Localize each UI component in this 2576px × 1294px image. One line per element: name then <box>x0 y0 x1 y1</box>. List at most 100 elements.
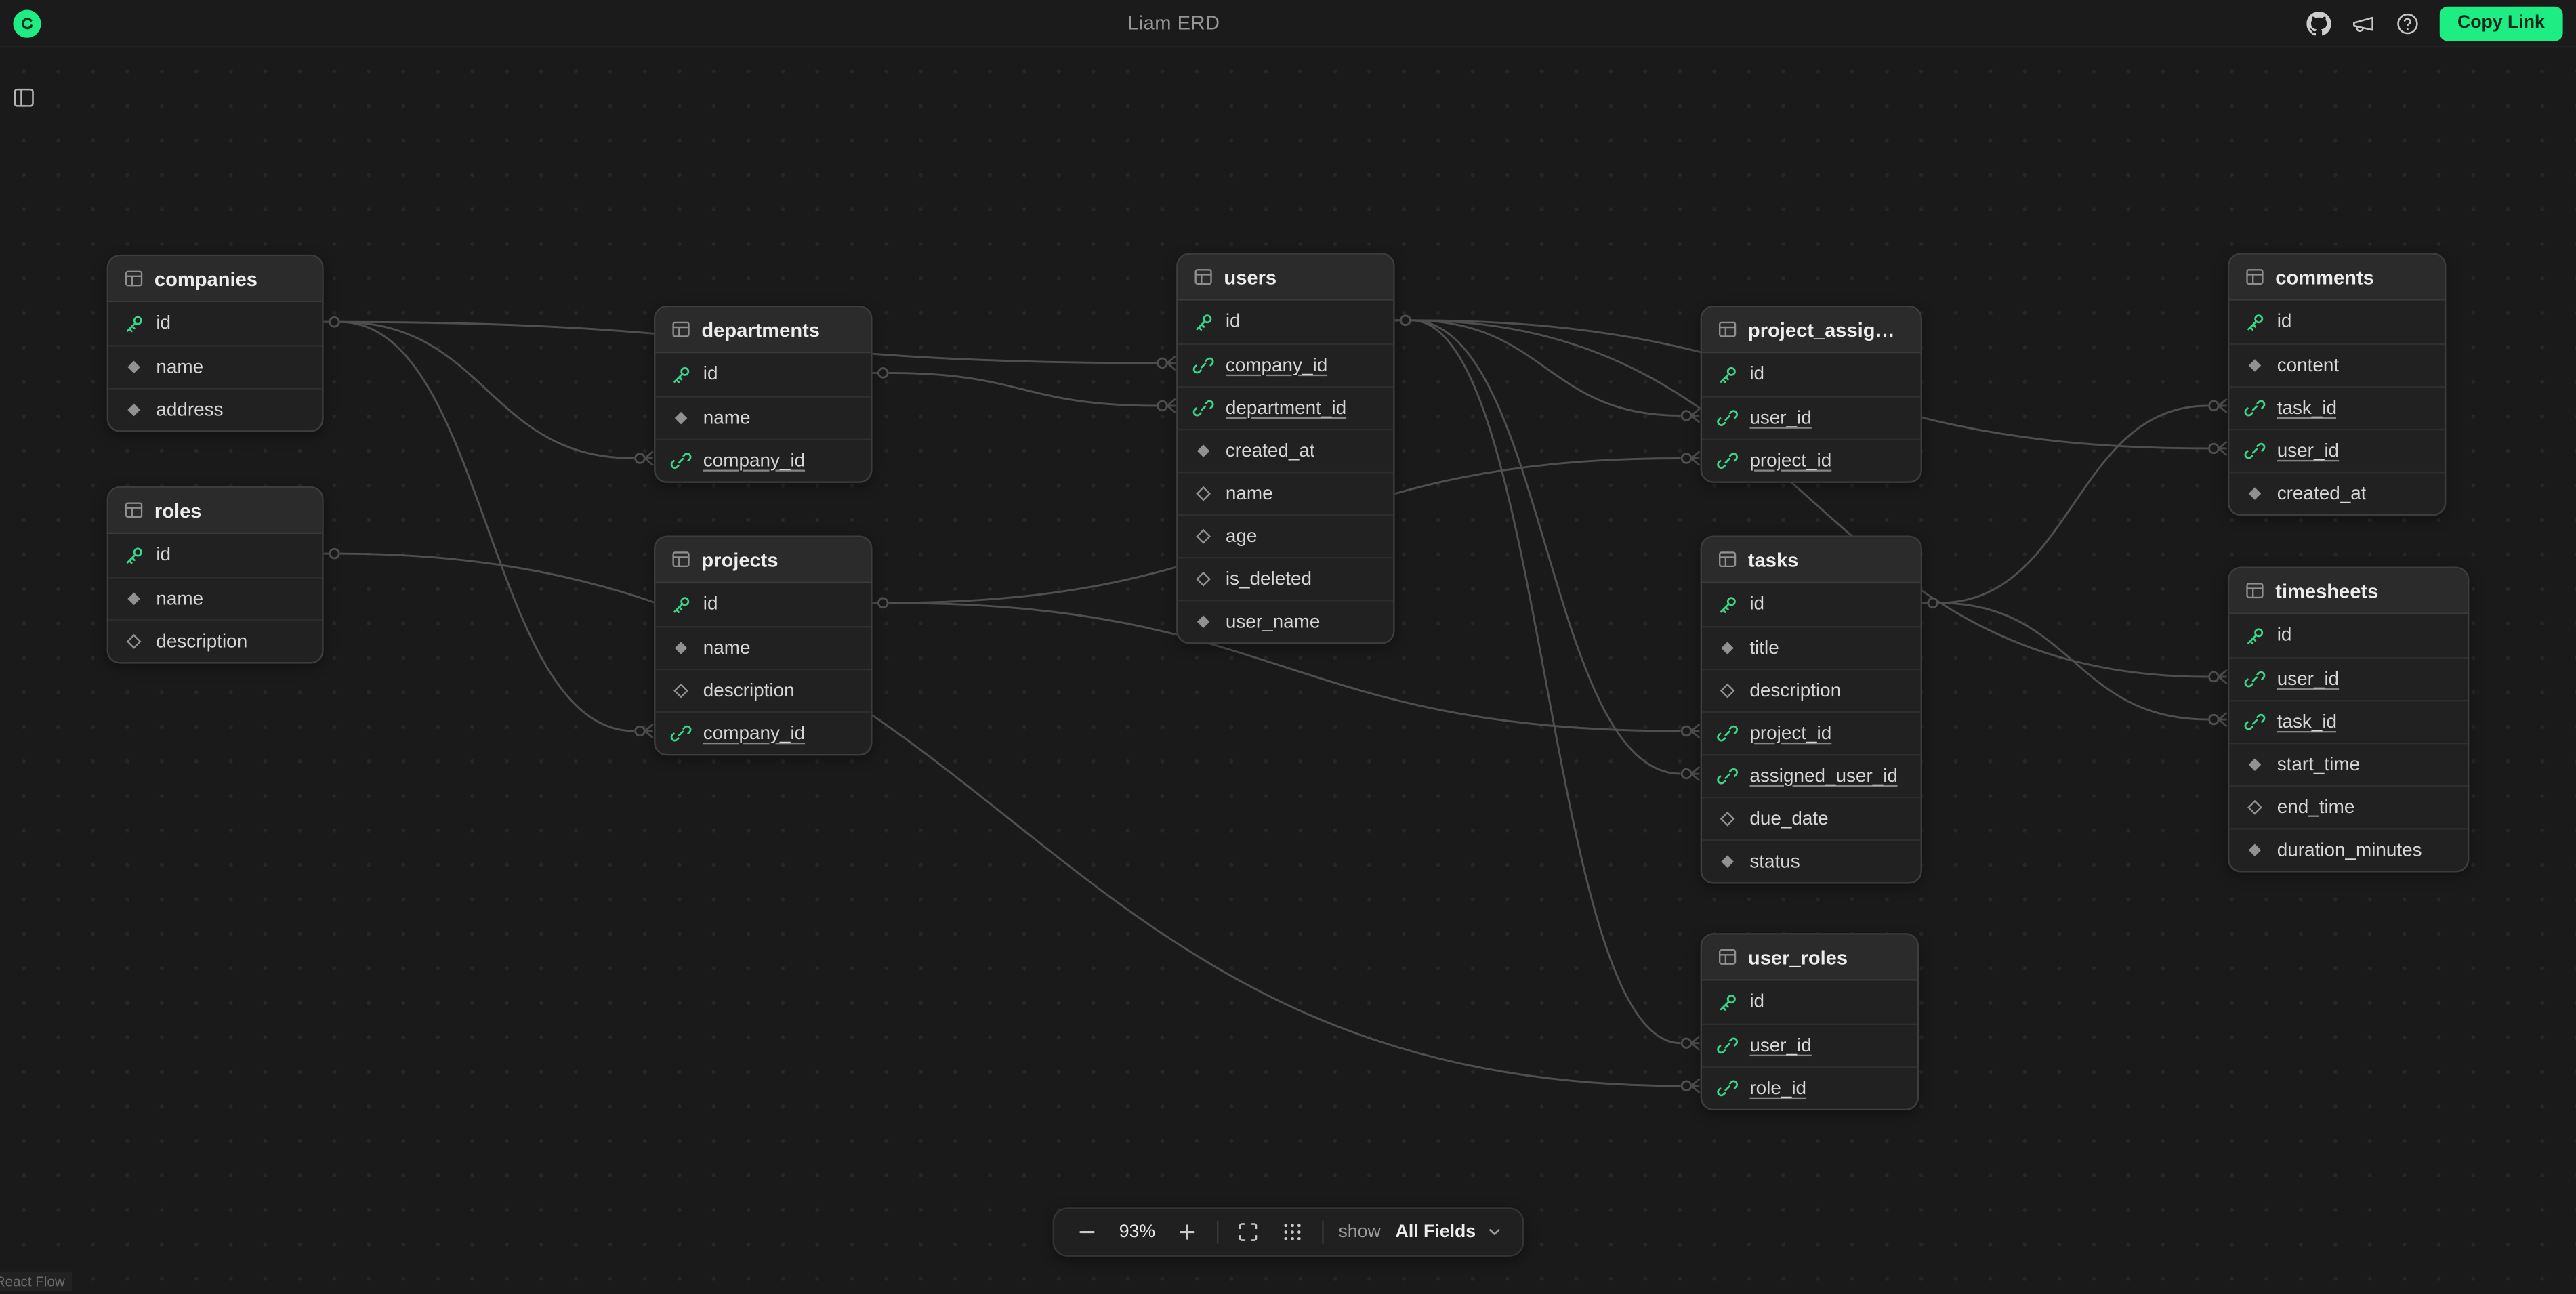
table-node-project_assignments[interactable]: project_assignmentsiduser_idproject_id <box>1701 306 1922 483</box>
column-row-timesheets-start_time[interactable]: start_time <box>2229 743 2468 785</box>
column-row-comments-task_id[interactable]: task_id <box>2229 386 2445 429</box>
erd-canvas[interactable]: companiesidnameaddressrolesidnamedescrip… <box>0 0 2576 1294</box>
column-row-projects-name[interactable]: name <box>655 626 871 669</box>
column-row-users-age[interactable]: age <box>1178 514 1394 557</box>
column-row-roles-id[interactable]: id <box>108 534 322 577</box>
column-row-users-id[interactable]: id <box>1178 301 1394 343</box>
tidy-up-button[interactable] <box>1278 1217 1308 1247</box>
column-row-users-department_id[interactable]: department_id <box>1178 386 1394 429</box>
column-row-user_roles-role_id[interactable]: role_id <box>1702 1066 1917 1109</box>
column-row-comments-id[interactable]: id <box>2229 301 2445 343</box>
foreign-key-icon <box>2244 398 2266 419</box>
column-row-roles-name[interactable]: name <box>108 577 322 619</box>
nullable-icon <box>1192 483 1214 505</box>
liam-logo[interactable] <box>13 9 41 37</box>
column-row-users-user_name[interactable]: user_name <box>1178 600 1394 642</box>
column-row-tasks-assigned_user_id[interactable]: assigned_user_id <box>1702 754 1920 797</box>
zoom-in-button[interactable] <box>1173 1217 1203 1247</box>
column-row-users-name[interactable]: name <box>1178 472 1394 514</box>
column-row-timesheets-duration_minutes[interactable]: duration_minutes <box>2229 828 2468 871</box>
table-header-comments[interactable]: comments <box>2229 255 2445 301</box>
table-header-timesheets[interactable]: timesheets <box>2229 568 2468 614</box>
column-row-companies-id[interactable]: id <box>108 302 322 345</box>
primary-key-icon <box>1192 311 1214 333</box>
table-node-user_roles[interactable]: user_rolesiduser_idrole_id <box>1701 933 1919 1110</box>
column-row-timesheets-id[interactable]: id <box>2229 614 2468 657</box>
sidebar-toggle-button[interactable] <box>8 82 39 113</box>
help-button[interactable] <box>2395 11 2419 35</box>
table-node-comments[interactable]: commentsidcontenttask_iduser_idcreated_a… <box>2228 253 2446 516</box>
table-node-projects[interactable]: projectsidnamedescriptioncompany_id <box>654 535 872 755</box>
foreign-key-icon <box>2244 440 2266 462</box>
column-name: project_id <box>1749 724 1831 743</box>
column-row-tasks-description[interactable]: description <box>1702 669 1920 711</box>
column-row-projects-company_id[interactable]: company_id <box>655 711 871 754</box>
github-button[interactable] <box>2306 11 2331 35</box>
table-header-user_roles[interactable]: user_roles <box>1702 935 1917 981</box>
table-icon <box>1717 318 1739 340</box>
column-row-users-is_deleted[interactable]: is_deleted <box>1178 557 1394 600</box>
column-row-tasks-status[interactable]: status <box>1702 839 1920 882</box>
minus-icon <box>1075 1221 1098 1244</box>
column-row-timesheets-user_id[interactable]: user_id <box>2229 657 2468 700</box>
column-row-roles-description[interactable]: description <box>108 619 322 662</box>
column-row-user_roles-id[interactable]: id <box>1702 981 1917 1024</box>
column-name: address <box>156 400 223 419</box>
column-row-tasks-project_id[interactable]: project_id <box>1702 711 1920 754</box>
column-row-tasks-title[interactable]: title <box>1702 626 1920 669</box>
not-null-icon <box>2244 483 2266 505</box>
column-row-project_assignments-id[interactable]: id <box>1702 353 1920 396</box>
announcements-button[interactable] <box>2350 11 2375 35</box>
column-row-departments-id[interactable]: id <box>655 353 871 396</box>
column-row-companies-name[interactable]: name <box>108 345 322 388</box>
column-row-departments-company_id[interactable]: company_id <box>655 438 871 481</box>
table-node-companies[interactable]: companiesidname address <box>107 255 324 432</box>
table-header-departments[interactable]: departments <box>655 307 871 353</box>
column-row-comments-content[interactable]: content <box>2229 343 2445 386</box>
column-name: start_time <box>2277 755 2360 774</box>
fit-view-button[interactable] <box>1233 1217 1263 1247</box>
table-node-tasks[interactable]: tasksidtitle description project_idassigne… <box>1701 535 1922 883</box>
table-header-companies[interactable]: companies <box>108 256 322 302</box>
foreign-key-icon <box>2244 711 2266 733</box>
table-header-roles[interactable]: roles <box>108 488 322 534</box>
column-row-user_roles-user_id[interactable]: user_id <box>1702 1024 1917 1066</box>
column-row-projects-description[interactable]: description <box>655 669 871 711</box>
table-header-projects[interactable]: projects <box>655 537 871 583</box>
table-node-users[interactable]: usersidcompany_iddepartment_idcreated_at… <box>1176 253 1394 644</box>
table-header-users[interactable]: users <box>1178 255 1394 301</box>
column-row-project_assignments-user_id[interactable]: user_id <box>1702 396 1920 438</box>
column-row-comments-created_at[interactable]: created_at <box>2229 472 2445 514</box>
column-name: company_id <box>703 451 805 471</box>
column-row-companies-address[interactable]: address <box>108 388 322 430</box>
nullable-icon <box>2244 797 2266 818</box>
table-node-departments[interactable]: departmentsidname company_id <box>654 306 872 483</box>
column-name: id <box>2277 626 2292 646</box>
column-row-users-created_at[interactable]: created_at <box>1178 429 1394 472</box>
column-row-projects-id[interactable]: id <box>655 583 871 626</box>
zoom-out-button[interactable] <box>1073 1217 1102 1247</box>
table-icon <box>1192 266 1214 288</box>
column-row-project_assignments-project_id[interactable]: project_id <box>1702 438 1920 481</box>
table-node-roles[interactable]: rolesidnamedescription <box>107 486 324 664</box>
fields-filter-dropdown[interactable]: All Fields <box>1396 1222 1504 1242</box>
column-row-comments-user_id[interactable]: user_id <box>2229 429 2445 472</box>
column-row-departments-name[interactable]: name <box>655 396 871 438</box>
table-header-tasks[interactable]: tasks <box>1702 537 1920 583</box>
column-row-users-company_id[interactable]: company_id <box>1178 343 1394 386</box>
nullable-icon <box>1192 526 1214 547</box>
not-null-icon <box>2244 839 2266 861</box>
column-name: description <box>1749 681 1841 701</box>
copy-link-button[interactable]: Copy Link <box>2439 5 2562 40</box>
column-row-timesheets-end_time[interactable]: end_time <box>2229 785 2468 828</box>
reactflow-attribution[interactable]: React Flow <box>0 1272 72 1291</box>
panel-left-icon <box>12 85 36 110</box>
column-row-timesheets-task_id[interactable]: task_id <box>2229 700 2468 743</box>
column-name: duration_minutes <box>2277 840 2422 860</box>
table-header-project_assignments[interactable]: project_assignments <box>1702 307 1920 353</box>
table-node-timesheets[interactable]: timesheets id user_idtask_id start_time end_… <box>2228 567 2469 873</box>
column-name: user_name <box>1226 612 1321 631</box>
zoom-toolbar: 93% <box>1053 1207 1524 1257</box>
column-row-tasks-id[interactable]: id <box>1702 583 1920 626</box>
column-row-tasks-due_date[interactable]: due_date <box>1702 797 1920 839</box>
